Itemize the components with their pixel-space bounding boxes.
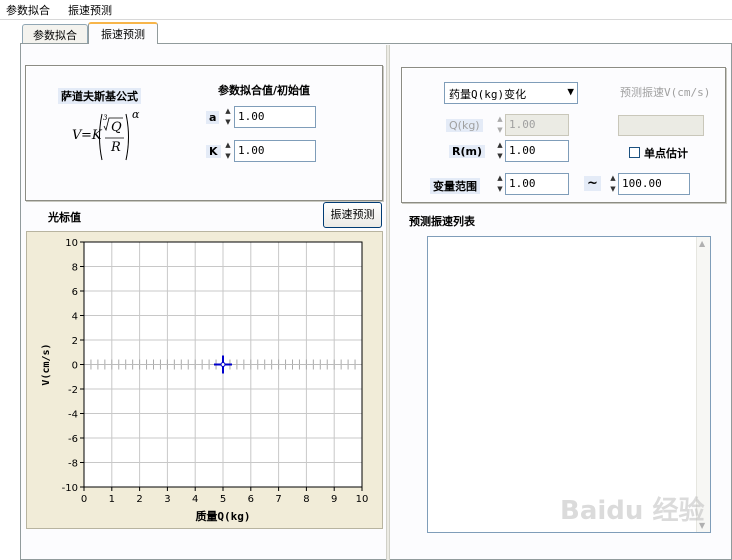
range-label: 变量范围	[430, 178, 480, 194]
spin-up-icon: ▲	[495, 114, 505, 125]
tab-param-fit[interactable]: 参数拟合	[22, 24, 88, 43]
x-tick-label: 6	[248, 494, 254, 505]
splitter[interactable]	[386, 45, 390, 560]
tab-velocity-predict[interactable]: 振速预测	[88, 22, 158, 44]
spin-up-icon[interactable]: ▲	[495, 140, 505, 151]
x-tick-label: 10	[356, 494, 369, 505]
param-k-label: K	[206, 145, 221, 158]
spin-down-icon[interactable]: ▼	[223, 151, 233, 162]
x-tick-label: 5	[220, 494, 226, 505]
spin-up-icon[interactable]: ▲	[608, 173, 618, 184]
q-input: 1.00	[505, 114, 569, 136]
menu-param-fit[interactable]: 参数拟合	[6, 2, 50, 18]
y-tick-label: -6	[68, 434, 78, 445]
range-separator: ~	[584, 176, 601, 191]
spin-down-icon[interactable]: ▼	[223, 117, 233, 128]
formula-group: 萨道夫斯基公式 V =K 3 Q R α 参数拟合值/初始值 a ▲ ▼ 1.0…	[25, 65, 383, 201]
range-min-spinner[interactable]: ▲ ▼	[495, 173, 505, 195]
spin-down-icon[interactable]: ▼	[495, 184, 505, 195]
y-tick-label: 6	[72, 287, 78, 298]
spin-down-icon[interactable]: ▼	[495, 151, 505, 162]
formula-title: 萨道夫斯基公式	[58, 88, 141, 104]
r-spinner[interactable]: ▲ ▼	[495, 140, 505, 162]
predict-button[interactable]: 振速预测	[323, 202, 382, 228]
x-tick-label: 0	[81, 494, 87, 505]
spin-up-icon[interactable]: ▲	[223, 106, 233, 117]
y-tick-label: 4	[72, 312, 78, 323]
x-tick-label: 7	[275, 494, 281, 505]
range-max-spinner[interactable]: ▲ ▼	[608, 173, 618, 195]
x-tick-label: 2	[136, 494, 142, 505]
range-min-input[interactable]: 1.00	[505, 173, 569, 195]
y-tick-label: 2	[72, 336, 78, 347]
velocity-chart[interactable]: 0 1 2 3 4 5 6 7 8 9 10 -10 -8 -6 -4 -2 0 2 4 6 8 10 质量Q(kg) V(c…	[27, 232, 382, 528]
watermark-logo: Baidu 经验	[560, 496, 705, 526]
predicted-velocity-label: 预测振速V(cm/s)	[620, 86, 711, 99]
list-scrollbar[interactable]: ▲ ▼	[696, 237, 710, 532]
q-label: Q(kg)	[446, 119, 483, 132]
cursor-marker[interactable]	[220, 362, 226, 367]
predict-settings-group: 药量Q(kg)变化 ▼ 预测振速V(cm/s) Q(kg) ▲ ▼ 1.00 R…	[401, 67, 726, 203]
x-tick-label: 4	[192, 494, 198, 505]
predicted-velocity-output	[618, 115, 704, 136]
tab-strip: 参数拟合 振速预测	[0, 20, 732, 44]
y-tick-label: 0	[72, 361, 78, 372]
y-axis-label: V(cm/s)	[41, 343, 52, 385]
r-input[interactable]: 1.00	[505, 140, 569, 162]
y-tick-label: -2	[68, 385, 78, 396]
y-tick-label: 8	[72, 263, 78, 274]
param-a-spinner[interactable]: ▲ ▼	[223, 106, 233, 128]
range-max-input[interactable]: 100.00	[618, 173, 690, 195]
param-k-input[interactable]: 1.00	[234, 140, 316, 162]
x-axis-label: 质量Q(kg)	[195, 509, 250, 523]
spin-up-icon[interactable]: ▲	[495, 173, 505, 184]
x-tick-label: 9	[331, 494, 337, 505]
cursor-value-label: 光标值	[48, 211, 81, 224]
y-tick-label: -4	[68, 410, 78, 421]
params-title: 参数拟合值/初始值	[218, 84, 311, 97]
spin-down-icon[interactable]: ▼	[608, 184, 618, 195]
menu-bar: 参数拟合 振速预测	[0, 0, 732, 20]
r-label: R(m)	[449, 145, 485, 158]
param-k-spinner[interactable]: ▲ ▼	[223, 140, 233, 162]
dropdown-arrow-icon[interactable]: ▼	[567, 85, 574, 98]
x-tick-label: 3	[164, 494, 170, 505]
q-spinner: ▲ ▼	[495, 114, 505, 136]
x-tick-label: 8	[303, 494, 309, 505]
y-tick-label: -8	[68, 459, 78, 470]
prediction-list-title: 预测振速列表	[409, 215, 475, 228]
param-a-input[interactable]: 1.00	[234, 106, 316, 128]
menu-velocity-predict[interactable]: 振速预测	[68, 2, 112, 18]
mode-select[interactable]: 药量Q(kg)变化 ▼	[444, 82, 578, 104]
scroll-up-icon[interactable]: ▲	[699, 239, 705, 248]
single-point-label: 单点估计	[644, 147, 688, 160]
prediction-list[interactable]: ▲ ▼	[427, 236, 711, 533]
param-a-label: a	[206, 111, 220, 124]
y-tick-label: 10	[65, 238, 78, 249]
x-tick-label: 1	[109, 494, 115, 505]
chart-panel: 0 1 2 3 4 5 6 7 8 9 10 -10 -8 -6 -4 -2 0 2 4 6 8 10 质量Q(kg) V(c…	[26, 231, 383, 529]
single-point-checkbox[interactable]	[629, 147, 640, 158]
y-tick-label: -10	[62, 483, 78, 494]
spin-up-icon[interactable]: ▲	[223, 140, 233, 151]
spin-down-icon: ▼	[495, 125, 505, 136]
